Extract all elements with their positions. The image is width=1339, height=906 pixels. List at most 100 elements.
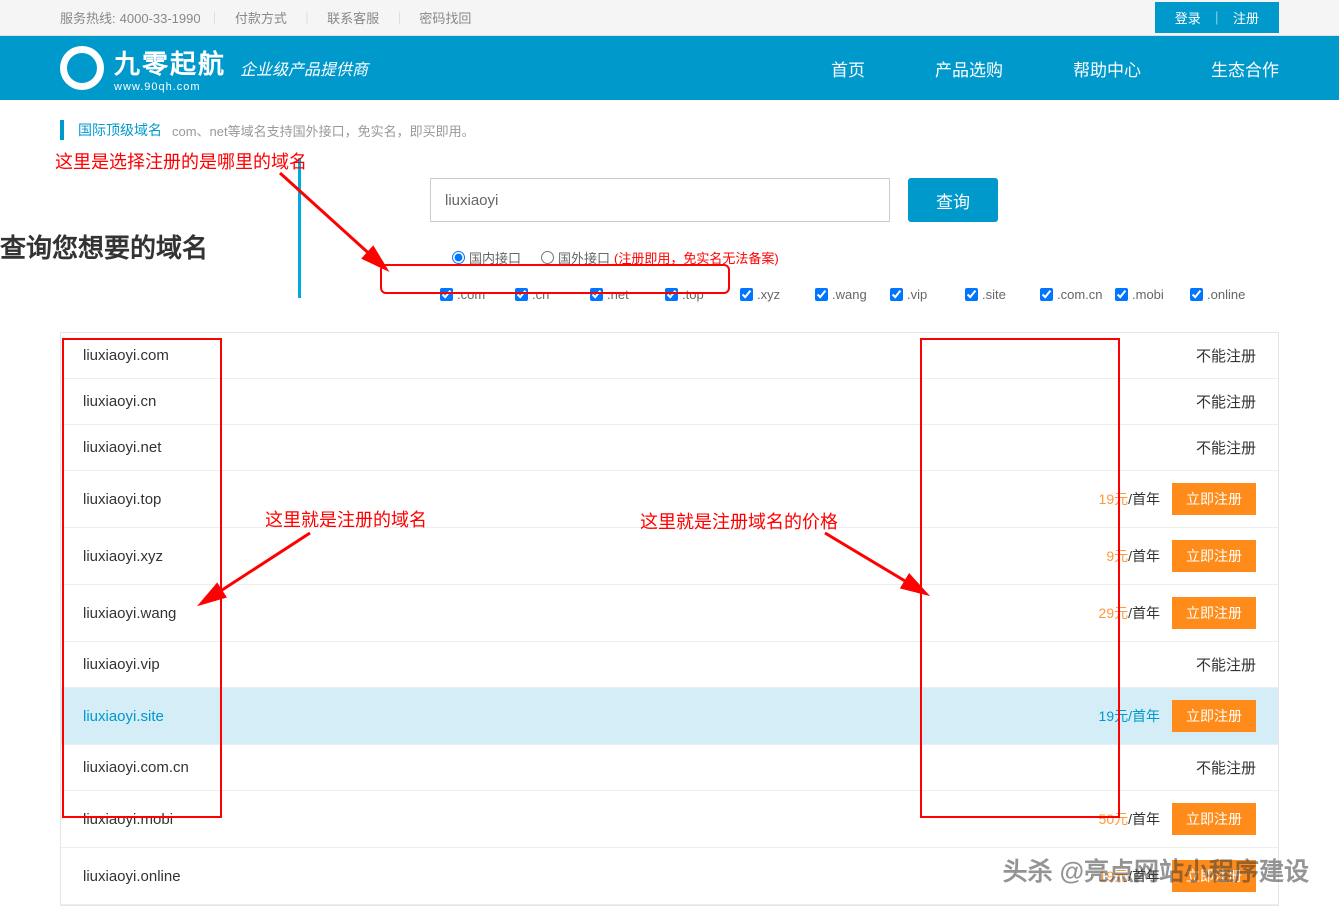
result-domain: liuxiaoyi.com: [83, 347, 169, 364]
divider: ｜: [208, 11, 221, 26]
search-button[interactable]: 查询: [908, 178, 998, 222]
result-price-area: 29元/首年立即注册: [1099, 597, 1256, 629]
result-domain: liuxiaoyi.xyz: [83, 548, 163, 565]
ext-checkbox[interactable]: [890, 288, 903, 301]
ext-label: .top: [682, 287, 704, 302]
result-domain: liuxiaoyi.com.cn: [83, 759, 189, 776]
radio-foreign-label: 国外接口: [558, 248, 610, 267]
result-price-area: 50元/首年立即注册: [1099, 803, 1256, 835]
result-domain: liuxiaoyi.site: [83, 708, 164, 725]
hotline-number: 4000-33-1990: [120, 11, 201, 26]
logo-slogan: 企业级产品提供商: [240, 56, 368, 80]
result-price: 19元/首年: [1099, 866, 1160, 886]
ext-label: .site: [982, 287, 1006, 302]
ext-checkbox[interactable]: [740, 288, 753, 301]
ext-checkbox[interactable]: [1115, 288, 1128, 301]
ext-checkbox[interactable]: [440, 288, 453, 301]
register-link[interactable]: 注册: [1227, 11, 1265, 26]
ext-label: .vip: [907, 287, 927, 302]
ext-com[interactable]: .com: [440, 287, 515, 302]
ext-checkbox[interactable]: [965, 288, 978, 301]
radio-domestic-input[interactable]: [452, 251, 465, 264]
result-price: 9元/首年: [1106, 546, 1160, 566]
register-button[interactable]: 立即注册: [1172, 597, 1256, 629]
result-row: liuxiaoyi.net不能注册: [61, 425, 1278, 471]
logo-icon: [60, 46, 104, 90]
ext-wang[interactable]: .wang: [815, 287, 890, 302]
top-bar-left: 服务热线:4000-33-1990 ｜ 付款方式 ｜ 联系客服 ｜ 密码找回: [60, 8, 481, 27]
nav-items: 首页 产品选购 帮助中心 生态合作: [831, 56, 1279, 81]
ext-checkbox[interactable]: [1190, 288, 1203, 301]
banner-desc: com、net等域名支持国外接口，免实名，即买即用。: [172, 121, 475, 140]
result-price: 29元/首年: [1099, 603, 1160, 623]
ext-online[interactable]: .online: [1190, 287, 1265, 302]
radio-domestic[interactable]: 国内接口: [452, 248, 521, 267]
register-button[interactable]: 立即注册: [1172, 803, 1256, 835]
result-price-area: 19元/首年立即注册: [1099, 700, 1256, 732]
contact-link[interactable]: 联系客服: [321, 11, 385, 26]
result-price-area: 不能注册: [1196, 654, 1256, 675]
nav-products[interactable]: 产品选购: [935, 56, 1003, 81]
blue-bar-icon: [60, 120, 64, 140]
result-price-area: 9元/首年立即注册: [1106, 540, 1256, 572]
ext-checkbox[interactable]: [1040, 288, 1053, 301]
password-link[interactable]: 密码找回: [413, 11, 477, 26]
ext-comcn[interactable]: .com.cn: [1040, 287, 1115, 302]
login-link[interactable]: 登录: [1169, 11, 1207, 26]
annotation-1: 这里是选择注册的是哪里的域名: [55, 148, 307, 174]
ext-top[interactable]: .top: [665, 287, 740, 302]
ext-label: .online: [1207, 287, 1245, 302]
register-button[interactable]: 立即注册: [1172, 483, 1256, 515]
ext-label: .com.cn: [1057, 287, 1103, 302]
result-row: liuxiaoyi.wang29元/首年立即注册: [61, 585, 1278, 642]
ext-site[interactable]: .site: [965, 287, 1040, 302]
payment-link[interactable]: 付款方式: [229, 11, 293, 26]
radio-foreign[interactable]: 国外接口(注册即用，免实名无法备案): [541, 248, 779, 267]
ext-vip[interactable]: .vip: [890, 287, 965, 302]
ext-cn[interactable]: .cn: [515, 287, 590, 302]
register-button[interactable]: 立即注册: [1172, 860, 1256, 892]
radio-foreign-input[interactable]: [541, 251, 554, 264]
result-domain: liuxiaoyi.online: [83, 868, 181, 885]
ext-checkbox[interactable]: [515, 288, 528, 301]
query-title: 查询您想要的域名: [0, 228, 208, 265]
result-row: liuxiaoyi.com.cn 不能注册: [61, 745, 1278, 791]
banner-title: 国际顶级域名: [78, 120, 162, 140]
result-price-area: 不能注册: [1196, 345, 1256, 366]
result-price: 19元/首年: [1099, 489, 1160, 509]
result-row: liuxiaoyi.online 19元/首年立即注册: [61, 848, 1278, 905]
nav-eco[interactable]: 生态合作: [1211, 56, 1279, 81]
ext-xyz[interactable]: .xyz: [740, 287, 815, 302]
register-button[interactable]: 立即注册: [1172, 700, 1256, 732]
result-domain: liuxiaoyi.net: [83, 439, 161, 456]
result-row: liuxiaoyi.vip不能注册: [61, 642, 1278, 688]
result-domain: liuxiaoyi.cn: [83, 393, 156, 410]
ext-mobi[interactable]: .mobi: [1115, 287, 1190, 302]
result-row: liuxiaoyi.xyz 9元/首年立即注册: [61, 528, 1278, 585]
result-price-area: 19元/首年立即注册: [1099, 483, 1256, 515]
register-button[interactable]: 立即注册: [1172, 540, 1256, 572]
domain-search-input[interactable]: [430, 178, 890, 222]
nav-help[interactable]: 帮助中心: [1073, 56, 1141, 81]
ext-checkbox[interactable]: [665, 288, 678, 301]
result-domain: liuxiaoyi.mobi: [83, 811, 173, 828]
logo-area[interactable]: 九零起航 www.90qh.com 企业级产品提供商: [60, 44, 368, 93]
radio-foreign-note: (注册即用，免实名无法备案): [614, 248, 779, 267]
auth-box: 登录 ｜ 注册: [1155, 2, 1279, 33]
ext-label: .cn: [532, 287, 549, 302]
ext-label: .xyz: [757, 287, 780, 302]
result-price-area: 19元/首年立即注册: [1099, 860, 1256, 892]
radio-row: 国内接口 国外接口(注册即用，免实名无法备案): [440, 242, 1279, 273]
search-row: 查询: [430, 178, 1279, 222]
logo-name: 九零起航: [114, 49, 226, 79]
ext-net[interactable]: .net: [590, 287, 665, 302]
content: 这里是选择注册的是哪里的域名 这里就是注册的域名 这里就是注册域名的价格 查询 …: [0, 148, 1339, 906]
result-price-area: 不能注册: [1196, 757, 1256, 778]
ext-checkbox[interactable]: [815, 288, 828, 301]
ext-label: .mobi: [1132, 287, 1164, 302]
ext-checkbox[interactable]: [590, 288, 603, 301]
nav-home[interactable]: 首页: [831, 56, 865, 81]
result-row: liuxiaoyi.com 不能注册: [61, 333, 1278, 379]
result-row: liuxiaoyi.top19元/首年立即注册: [61, 471, 1278, 528]
auth-divider: ｜: [1210, 11, 1223, 26]
